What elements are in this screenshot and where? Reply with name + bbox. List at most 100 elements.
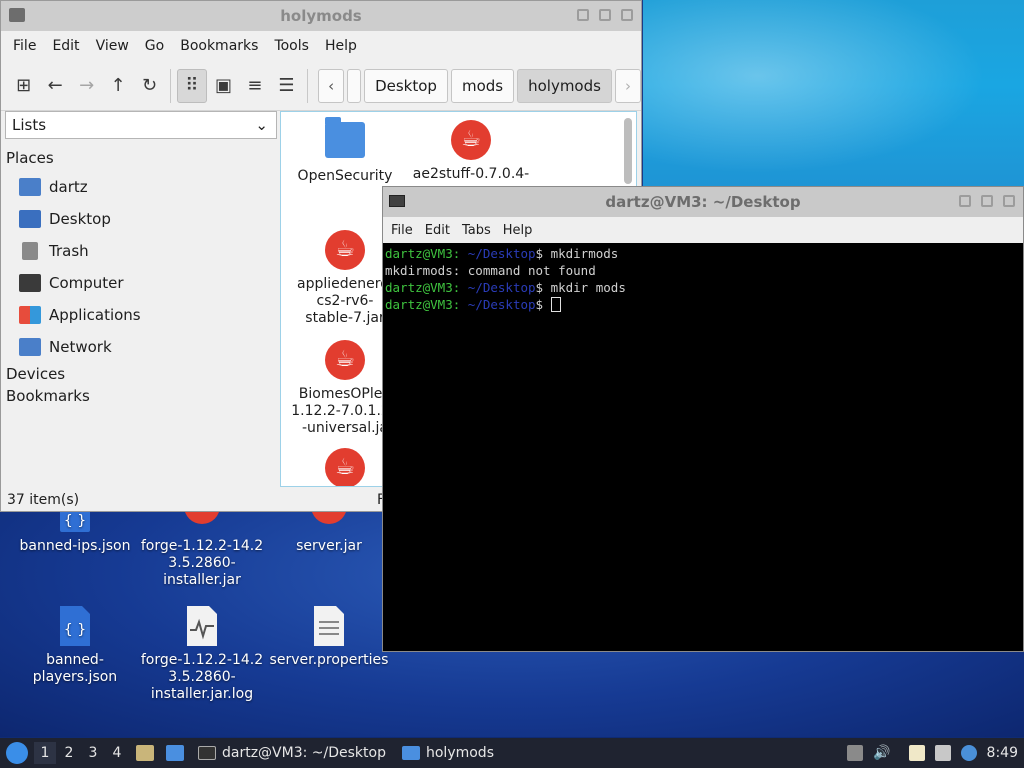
file-item[interactable]: OpenSecurity — [285, 117, 405, 185]
notification-icon[interactable] — [960, 745, 977, 761]
clock[interactable]: 8:49 — [987, 745, 1018, 761]
java-file-icon: ☕ — [451, 120, 491, 160]
workspace-4[interactable]: 4 — [106, 742, 128, 764]
prompt-user: dartz@VM3: — [385, 280, 461, 295]
text-file-icon — [314, 606, 344, 646]
new-tab-icon[interactable]: ⊞ — [9, 69, 38, 103]
task-file-manager[interactable]: holymods — [394, 740, 502, 766]
window-title: holymods — [280, 7, 362, 25]
sidebar-item-label: dartz — [49, 178, 88, 196]
terminal-line: dartz@VM3: ~/Desktop$ — [385, 296, 1021, 313]
toolbar: ⊞ ← → ↑ ↻ ⠿ ▣ ≡ ☰ ‹ Desktop mods holymod… — [1, 61, 641, 111]
thumbnail-view-icon[interactable]: ▣ — [209, 69, 238, 103]
folder-app-icon — [9, 8, 25, 22]
sidebar-item-computer[interactable]: Computer — [3, 267, 277, 299]
workspace-1[interactable]: 1 — [34, 742, 56, 764]
terminal-titlebar[interactable]: dartz@VM3: ~/Desktop — [383, 187, 1023, 217]
sidebar-mode-select[interactable]: Lists ⌄ — [5, 111, 277, 139]
menu-help[interactable]: Help — [497, 223, 539, 238]
menu-tabs[interactable]: Tabs — [456, 223, 497, 238]
desktop-icon-server-jar[interactable]: server.jar — [264, 506, 394, 555]
desktop-icon-forge-installer[interactable]: forge-1.12.2-14.2 3.5.2860- installer.ja… — [137, 506, 267, 589]
home-icon — [19, 178, 41, 196]
desktop-icon-banned-players[interactable]: { } banned- players.json — [10, 606, 140, 686]
terminal-icon — [198, 746, 216, 760]
sidebar-mode-value: Lists — [12, 116, 47, 134]
breadcrumb-desktop[interactable]: Desktop — [364, 68, 448, 103]
task-terminal[interactable]: dartz@VM3: ~/Desktop — [190, 740, 394, 766]
network-icon[interactable] — [934, 745, 951, 761]
up-icon[interactable]: ↑ — [103, 69, 132, 103]
sidebar-item-network[interactable]: Network — [3, 331, 277, 363]
desktop-icon-banned-ips[interactable]: { } banned-ips.json — [10, 506, 140, 555]
desktop-icon-forge-log[interactable]: forge-1.12.2-14.2 3.5.2860- installer.ja… — [137, 606, 267, 703]
menu-tools[interactable]: Tools — [266, 38, 317, 54]
sidebar-heading-devices[interactable]: Devices — [3, 363, 277, 387]
terminal-cursor — [550, 297, 561, 312]
menu-file[interactable]: File — [5, 38, 44, 54]
close-icon[interactable] — [1003, 195, 1015, 207]
breadcrumb-overflow[interactable] — [347, 68, 362, 103]
scrollbar-thumb[interactable] — [624, 118, 632, 184]
terminal-app-icon — [389, 195, 405, 207]
icon-view-icon[interactable]: ⠿ — [177, 68, 207, 103]
minimize-icon[interactable] — [959, 195, 971, 207]
sidebar-item-trash[interactable]: Trash — [3, 235, 277, 267]
sidebar-item-label: Computer — [49, 274, 124, 292]
terminal-output[interactable]: dartz@VM3: ~/Desktop$ mkdirmods mkdirmods… — [383, 243, 1023, 315]
toolbar-separator — [307, 68, 309, 103]
menu-file[interactable]: File — [385, 223, 419, 238]
updates-icon[interactable] — [847, 745, 864, 761]
java-file-icon: ☕ — [325, 340, 365, 380]
file-item[interactable]: ☕ ae2stuff-0.7.0.4- — [411, 120, 531, 183]
workspace-2[interactable]: 2 — [58, 742, 80, 764]
file-manager-launcher-icon[interactable] — [136, 745, 154, 761]
java-file-icon: ☕ — [325, 448, 365, 486]
terminal-line: dartz@VM3: ~/Desktop$ mkdirmods — [385, 245, 1021, 262]
folder-icon — [325, 117, 365, 158]
menu-help[interactable]: Help — [317, 38, 365, 54]
breadcrumb-mods[interactable]: mods — [450, 68, 515, 103]
list-view-icon[interactable]: ☰ — [272, 69, 301, 103]
close-icon[interactable] — [621, 9, 633, 21]
file-manager-titlebar[interactable]: holymods — [1, 1, 641, 31]
sidebar-item-desktop[interactable]: Desktop — [3, 203, 277, 235]
reload-icon[interactable]: ↻ — [135, 69, 164, 103]
prompt-path: ~/Desktop — [460, 280, 536, 295]
prompt-command: $ mkdir mods — [535, 280, 626, 295]
sidebar-heading-places[interactable]: Places — [3, 145, 277, 171]
sidebar-heading-bookmarks[interactable]: Bookmarks — [3, 387, 277, 409]
menu-go[interactable]: Go — [137, 38, 172, 54]
breadcrumb-holymods[interactable]: holymods — [517, 68, 612, 103]
menu-edit[interactable]: Edit — [419, 223, 456, 238]
task-label: holymods — [425, 745, 494, 761]
desktop-icon-label: banned- players.json — [32, 652, 118, 685]
menu-edit[interactable]: Edit — [44, 38, 87, 54]
desktop-icon — [19, 210, 41, 228]
volume-icon[interactable]: 🔊 — [873, 745, 890, 761]
back-icon[interactable]: ← — [40, 69, 69, 103]
desktop-icon-server-properties[interactable]: server.properties — [264, 606, 394, 669]
breadcrumb-right-icon[interactable]: › — [614, 68, 641, 103]
terminal-line: dartz@VM3: ~/Desktop$ mkdir mods — [385, 279, 1021, 296]
maximize-icon[interactable] — [599, 9, 611, 21]
show-desktop-icon[interactable] — [166, 745, 184, 761]
menu-bookmarks[interactable]: Bookmarks — [172, 38, 266, 54]
file-label: OpenSecurity — [297, 168, 393, 184]
json-file-icon: { } — [60, 606, 90, 646]
menu-view[interactable]: View — [88, 38, 137, 54]
maximize-icon[interactable] — [981, 195, 993, 207]
sidebar-item-dartz[interactable]: dartz — [3, 171, 277, 203]
sidebar-item-label: Trash — [49, 242, 89, 260]
workspace-3[interactable]: 3 — [82, 742, 104, 764]
start-menu-icon[interactable] — [6, 742, 28, 764]
sidebar-item-applications[interactable]: Applications — [3, 299, 277, 331]
clipboard-icon[interactable] — [908, 745, 925, 761]
window-title: dartz@VM3: ~/Desktop — [605, 193, 801, 211]
svg-text:{ }: { } — [64, 513, 86, 529]
breadcrumb-left-icon[interactable]: ‹ — [318, 68, 345, 103]
task-label: dartz@VM3: ~/Desktop — [222, 745, 386, 761]
minimize-icon[interactable] — [577, 9, 589, 21]
compact-view-icon[interactable]: ≡ — [240, 69, 269, 103]
forward-icon[interactable]: → — [72, 69, 101, 103]
